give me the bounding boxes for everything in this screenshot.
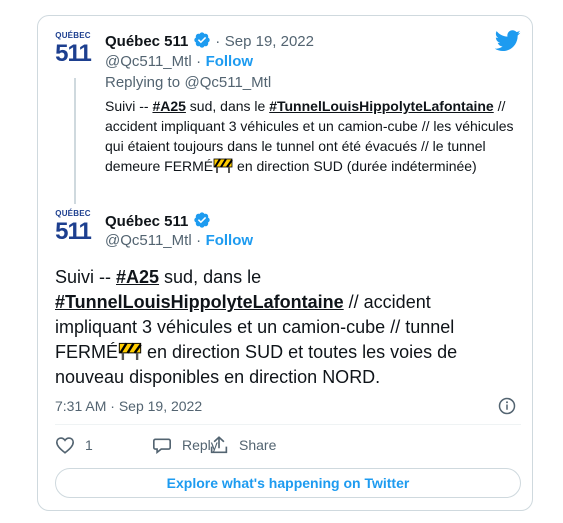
info-icon[interactable] — [498, 397, 516, 415]
main-header-line: Québec 511 — [105, 211, 211, 231]
replying-handle[interactable]: @Qc511_Mtl — [185, 74, 272, 91]
main-tweet-text: Suivi -- #A25 sud, dans le #TunnelLouisHi… — [55, 267, 458, 387]
logo-top-text: QUÉBEC — [55, 209, 91, 218]
verified-badge-icon — [194, 212, 210, 228]
reply-button[interactable]: Reply — [152, 436, 218, 454]
author-name[interactable]: Québec 511 — [105, 33, 188, 50]
quoted-handle-line: @Qc511_Mtl · Follow — [105, 53, 253, 71]
divider — [55, 424, 521, 425]
share-upload-icon — [210, 436, 228, 454]
hashtag-a25[interactable]: #A25 — [116, 267, 159, 287]
quebec511-logo[interactable]: QUÉBEC 511 — [55, 31, 92, 71]
author-name[interactable]: Québec 511 — [105, 213, 188, 230]
construction-barrier-emoji — [118, 342, 142, 360]
like-button[interactable]: 1 — [55, 436, 93, 454]
construction-barrier-emoji — [213, 158, 233, 173]
quoted-header-line: Québec 511 · Sep 19, 2022 — [105, 31, 314, 51]
logo-top-text: QUÉBEC — [55, 31, 91, 40]
quoted-tweet-text: Suivi -- #A25 sud, dans le #TunnelLouisH… — [105, 98, 514, 174]
share-label: Share — [239, 437, 277, 453]
speech-bubble-icon — [153, 438, 171, 454]
thread-connector-line — [74, 78, 76, 204]
author-handle[interactable]: @Qc511_Mtl — [105, 53, 192, 70]
main-handle-line: @Qc511_Mtl · Follow — [105, 232, 253, 250]
like-count: 1 — [85, 437, 93, 453]
verified-badge-icon — [194, 32, 210, 48]
tweet-embed-card: QUÉBEC 511 Québec 511 · Sep 19, 2022 @Qc… — [37, 15, 533, 511]
heart-icon — [55, 437, 75, 454]
logo-number-text: 511 — [55, 218, 92, 245]
separator-dot: · — [215, 33, 221, 50]
tweet-date[interactable]: Sep 19, 2022 — [225, 33, 314, 50]
hashtag-tunnel[interactable]: #TunnelLouisHippolyteLafontaine — [269, 98, 494, 114]
separator-dot: · — [196, 232, 202, 249]
separator-dot: · — [110, 398, 115, 414]
hashtag-a25[interactable]: #A25 — [152, 98, 185, 114]
twitter-bird-icon[interactable] — [495, 30, 521, 52]
author-handle[interactable]: @Qc511_Mtl — [105, 232, 192, 249]
replying-to-line: Replying to @Qc511_Mtl — [105, 74, 271, 92]
tweet-date[interactable]: Sep 19, 2022 — [119, 398, 202, 414]
logo-number-text: 511 — [55, 40, 92, 67]
explore-twitter-button[interactable]: Explore what's happening on Twitter — [55, 468, 521, 498]
quebec511-logo[interactable]: QUÉBEC 511 — [55, 209, 92, 249]
separator-dot: · — [196, 53, 202, 70]
follow-button[interactable]: Follow — [206, 232, 254, 249]
hashtag-tunnel[interactable]: #TunnelLouisHippolyteLafontaine — [55, 292, 344, 312]
tweet-time[interactable]: 7:31 AM — [55, 398, 106, 414]
replying-label: Replying to — [105, 74, 181, 91]
follow-button[interactable]: Follow — [206, 53, 254, 70]
timestamp-line: 7:31 AM · Sep 19, 2022 — [55, 398, 202, 414]
share-button[interactable]: Share — [209, 436, 276, 454]
